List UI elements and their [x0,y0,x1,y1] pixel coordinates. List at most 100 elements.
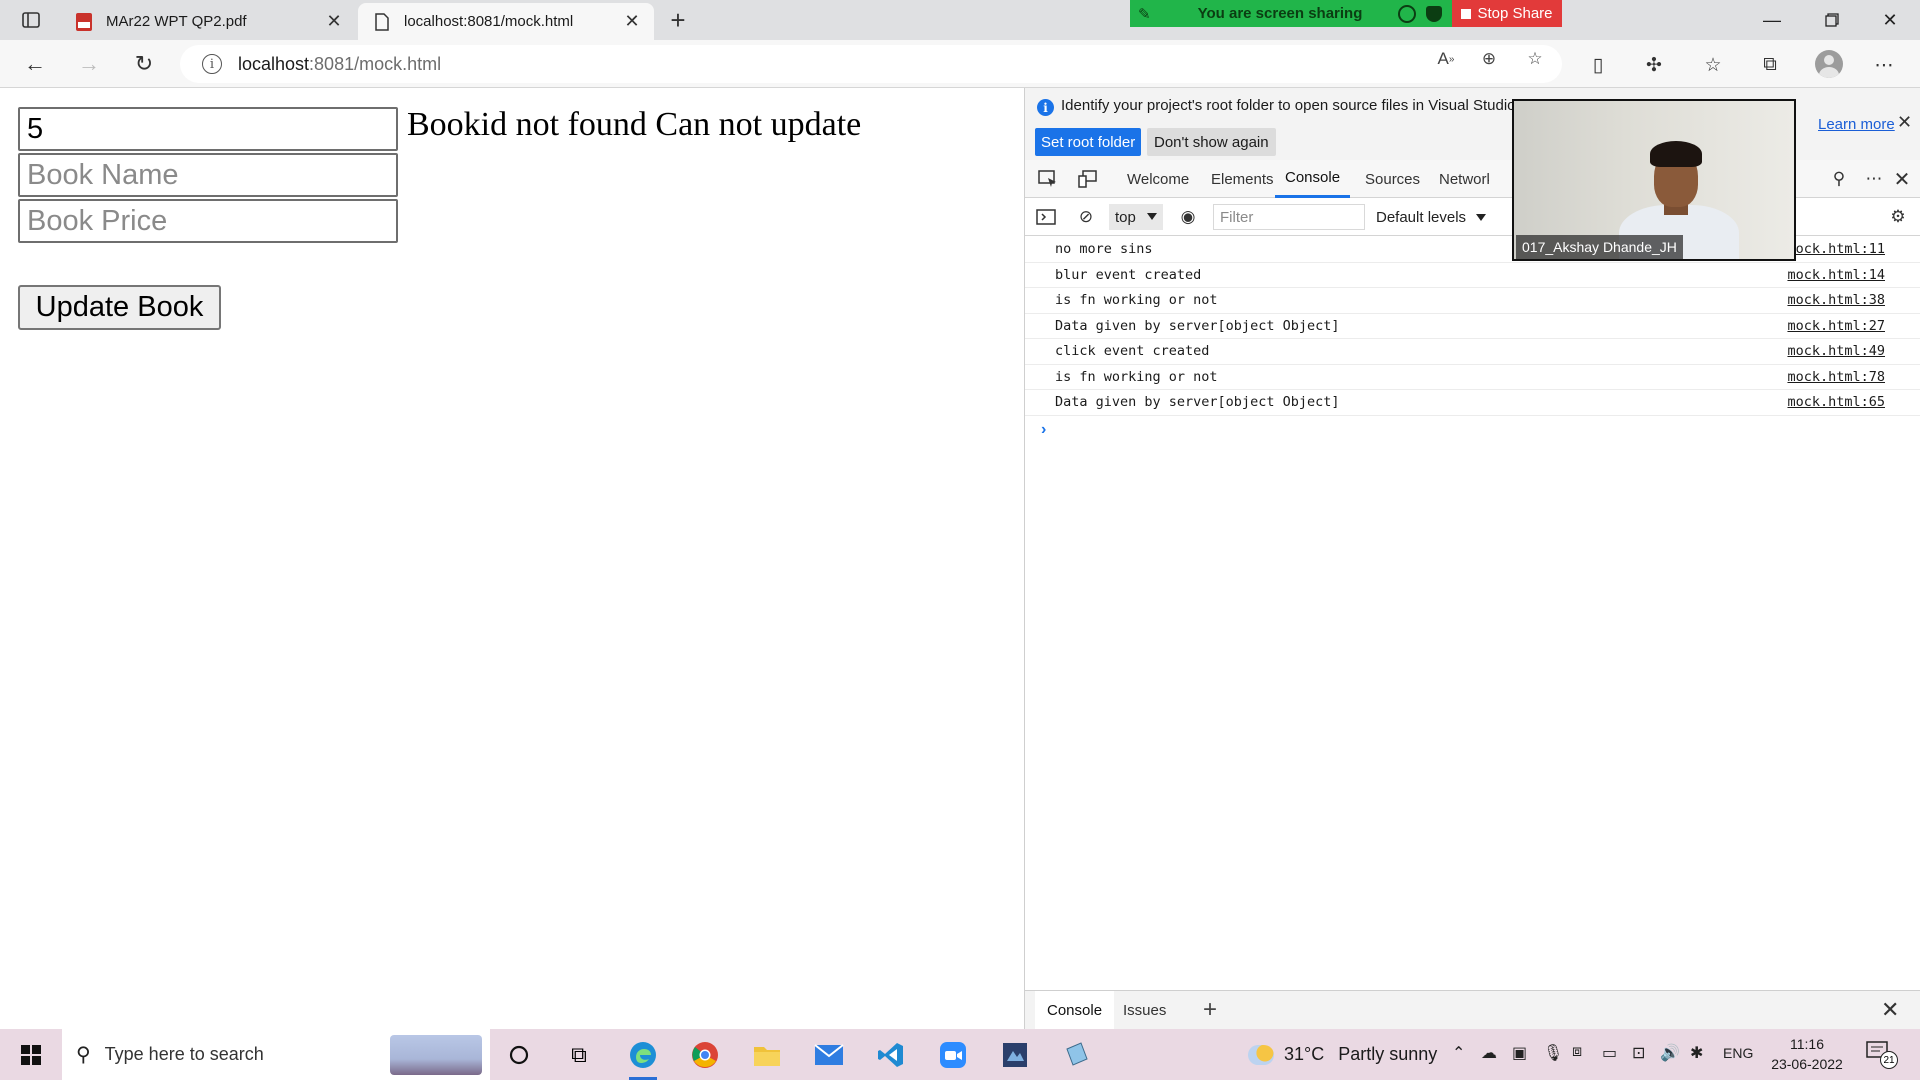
add-drawer-tab-icon[interactable]: + [1203,996,1217,1024]
start-button[interactable] [10,1029,52,1080]
reload-icon[interactable]: ↻ [127,48,161,80]
log-source-link[interactable]: mock.html:11 [1787,241,1885,257]
pause-icon[interactable] [1398,4,1416,23]
address-url[interactable]: localhost:8081/mock.html [238,54,441,75]
mouse-icon[interactable]: ▯ [1584,52,1612,78]
log-source-link[interactable]: mock.html:65 [1787,394,1885,410]
book-price-input[interactable]: Book Price [18,199,398,243]
browser-toolbar: ← → ↻ i localhost:8081/mock.html A» ⊕ ☆ … [0,40,1920,88]
clock-time: 11:16 [1790,1036,1824,1052]
log-source-link[interactable]: mock.html:14 [1787,267,1885,283]
read-aloud-icon[interactable]: A» [1434,48,1458,70]
volume-icon[interactable]: 🔊 [1660,1043,1680,1063]
restore-button[interactable] [1804,0,1860,40]
feedback-icon[interactable]: ⚲ [1826,168,1852,190]
learn-more-link[interactable]: Learn more [1818,116,1895,133]
network-icon[interactable]: ⊡ [1632,1043,1645,1063]
collections-icon[interactable]: ⧉ [1756,52,1784,78]
tab-sources[interactable]: Sources [1355,160,1430,198]
pdf-icon [74,12,94,32]
add-favorite-icon[interactable]: ☆ [1523,48,1547,70]
device-emulation-icon[interactable] [1075,168,1101,190]
log-message: click event created [1055,343,1210,360]
log-levels-dropdown[interactable]: Default levels [1376,204,1487,230]
mail-icon[interactable] [807,1033,851,1077]
tab-console[interactable]: Console [1275,160,1351,198]
log-source-link[interactable]: mock.html:38 [1787,292,1885,308]
onedrive-icon[interactable]: ☁ [1481,1043,1497,1063]
file-explorer-icon[interactable] [745,1033,789,1077]
zoom-app-icon[interactable] [931,1033,975,1077]
address-bar[interactable]: i localhost:8081/mock.html [180,45,1562,83]
profile-avatar[interactable] [1815,50,1843,78]
infobar-text: Identify your project's root folder to o… [1061,97,1551,114]
console-filter-input[interactable]: Filter [1213,204,1365,230]
tab-close-icon[interactable]: ✕ [322,10,346,34]
tab-pdf[interactable]: MAr22 WPT QP2.pdf ✕ [60,3,356,40]
set-root-folder-button[interactable]: Set root folder [1035,128,1142,156]
book-id-input[interactable]: 5 [18,107,398,151]
close-window-button[interactable]: ✕ [1862,0,1918,40]
language-indicator[interactable]: ENG [1723,1045,1753,1061]
app-icon[interactable] [993,1033,1037,1077]
console-settings-icon[interactable]: ⚙ [1885,206,1911,228]
drawer-tab-issues[interactable]: Issues [1111,991,1178,1030]
device-icon[interactable]: ▣ [1512,1043,1527,1063]
log-message: is fn working or not [1055,368,1218,385]
book-name-input[interactable]: Book Name [18,153,398,197]
devtools-more-icon[interactable]: ⋯ [1861,168,1887,190]
edge-icon[interactable] [621,1033,665,1080]
inspect-icon[interactable] [1035,168,1061,190]
search-highlight-image[interactable] [390,1035,482,1075]
sidebar-toggle-icon[interactable] [1033,206,1059,228]
tab-close-icon[interactable]: ✕ [620,10,644,34]
weather-widget[interactable]: 31°C Partly sunny [1248,1029,1437,1080]
extensions-icon[interactable]: ✣ [1640,52,1668,78]
chrome-icon[interactable] [683,1033,727,1077]
annotate-icon[interactable]: ✎ [1138,5,1162,23]
log-source-link[interactable]: mock.html:27 [1787,318,1885,334]
tab-elements[interactable]: Elements [1201,160,1284,198]
system-clock[interactable]: 11:16 23-06-2022 [1762,1034,1852,1074]
favorites-icon[interactable]: ☆ [1699,52,1727,78]
more-menu-icon[interactable]: ⋯ [1870,52,1898,78]
tab-mock-html[interactable]: localhost:8081/mock.html ✕ [358,3,654,40]
tab-welcome[interactable]: Welcome [1117,160,1199,198]
battery-icon[interactable]: ▭ [1602,1043,1617,1063]
log-source-link[interactable]: mock.html:78 [1787,369,1885,385]
cortana-icon[interactable] [497,1033,541,1077]
site-info-icon[interactable]: i [202,54,222,74]
bluetooth-icon[interactable]: ✱ [1690,1043,1703,1063]
live-expression-icon[interactable]: ◉ [1175,206,1201,228]
log-source-link[interactable]: mock.html:49 [1787,343,1885,359]
show-hidden-icons-icon[interactable]: ⌃ [1452,1043,1465,1063]
new-tab-button[interactable]: + [662,5,694,35]
task-view-icon[interactable]: ⧉ [557,1033,601,1077]
context-select[interactable]: top [1109,204,1163,230]
tab-network[interactable]: Network [1429,160,1489,198]
console-prompt[interactable]: › [1041,421,1046,439]
stop-share-button[interactable]: Stop Share [1452,0,1562,27]
update-book-button[interactable]: Update Book [18,285,221,330]
microphone-icon[interactable]: 🎙 [1543,1043,1563,1063]
notification-center-icon[interactable]: 21 [1866,1041,1898,1069]
participant-hair [1650,141,1702,167]
back-icon[interactable]: ← [18,48,52,80]
minimize-button[interactable]: — [1744,0,1800,40]
notepad-icon[interactable] [1055,1033,1099,1077]
taskbar-search[interactable]: ⚲ Type here to search [62,1029,490,1080]
dont-show-again-button[interactable]: Don't show again [1147,128,1276,156]
drawer-close-icon[interactable]: ✕ [1881,997,1899,1023]
camera-icon[interactable]: ⧈ [1572,1043,1582,1061]
devtools-close-icon[interactable]: ✕ [1889,168,1915,191]
infobar-close-icon[interactable]: ✕ [1897,112,1912,133]
forward-icon[interactable]: → [72,48,106,80]
drawer-tab-console[interactable]: Console [1035,991,1115,1030]
zoom-icon[interactable]: ⊕ [1477,48,1501,70]
clear-console-icon[interactable]: ⊘ [1073,206,1099,228]
screen-share-status[interactable]: ✎ You are screen sharing [1130,0,1452,27]
info-icon: i [1037,99,1054,116]
vscode-icon[interactable] [869,1033,913,1077]
participant-video[interactable]: 017_Akshay Dhande_JH [1512,99,1796,261]
tab-actions-icon[interactable] [14,6,48,34]
